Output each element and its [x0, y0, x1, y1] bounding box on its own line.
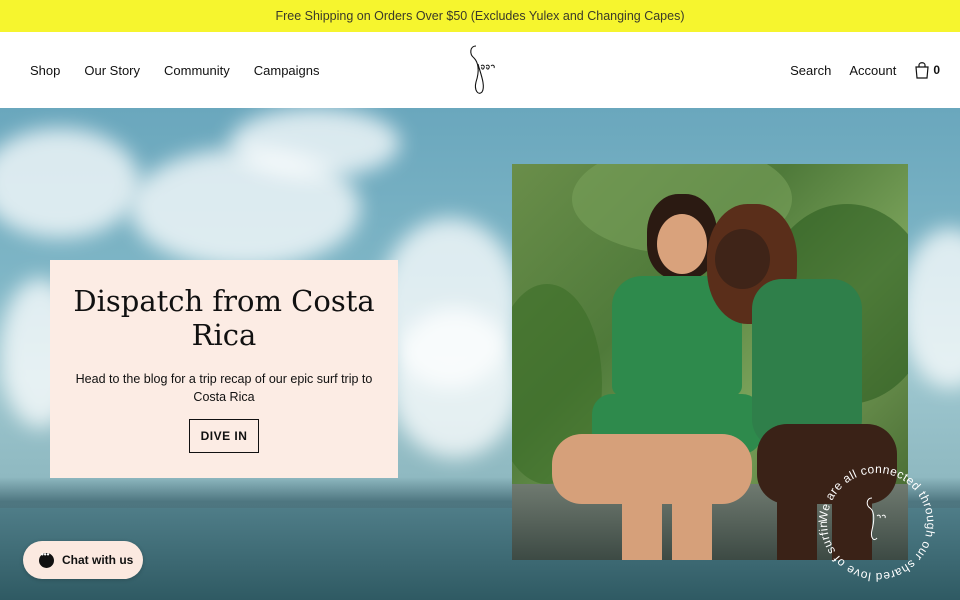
chat-button[interactable]: Chat with us — [23, 541, 143, 579]
utility-nav: Search Account 0 — [790, 32, 940, 108]
chat-label: Chat with us — [62, 553, 134, 567]
account-link[interactable]: Account — [849, 63, 896, 78]
announcement-bar: Free Shipping on Orders Over $50 (Exclud… — [0, 0, 960, 32]
promo-title: Dispatch from Costa Rica — [73, 284, 375, 352]
brand-logo[interactable] — [464, 42, 496, 98]
badge-text: We are all connected through our shared … — [812, 458, 938, 584]
nav-shop[interactable]: Shop — [30, 63, 60, 78]
cart-button[interactable]: 0 — [914, 61, 940, 79]
dive-in-button[interactable]: DIVE IN — [188, 419, 260, 453]
svg-text:We are all connected through o: We are all connected through our shared … — [812, 458, 938, 584]
site-header: Shop Our Story Community Campaigns Searc… — [0, 32, 960, 109]
nav-our-story[interactable]: Our Story — [84, 63, 140, 78]
chat-bubble-icon — [39, 550, 54, 568]
nav-campaigns[interactable]: Campaigns — [254, 63, 320, 78]
hero-banner: Dispatch from Costa Rica Head to the blo… — [0, 108, 960, 600]
promo-card: Dispatch from Costa Rica Head to the blo… — [50, 260, 398, 478]
cart-count: 0 — [933, 63, 940, 77]
announcement-text: Free Shipping on Orders Over $50 (Exclud… — [275, 9, 685, 23]
nav-community[interactable]: Community — [164, 63, 230, 78]
circular-text-badge: We are all connected through our shared … — [812, 458, 938, 584]
promo-description: Head to the blog for a trip recap of our… — [75, 372, 373, 404]
main-nav: Shop Our Story Community Campaigns — [30, 32, 320, 108]
search-link[interactable]: Search — [790, 63, 831, 78]
shopping-bag-icon — [915, 62, 929, 79]
